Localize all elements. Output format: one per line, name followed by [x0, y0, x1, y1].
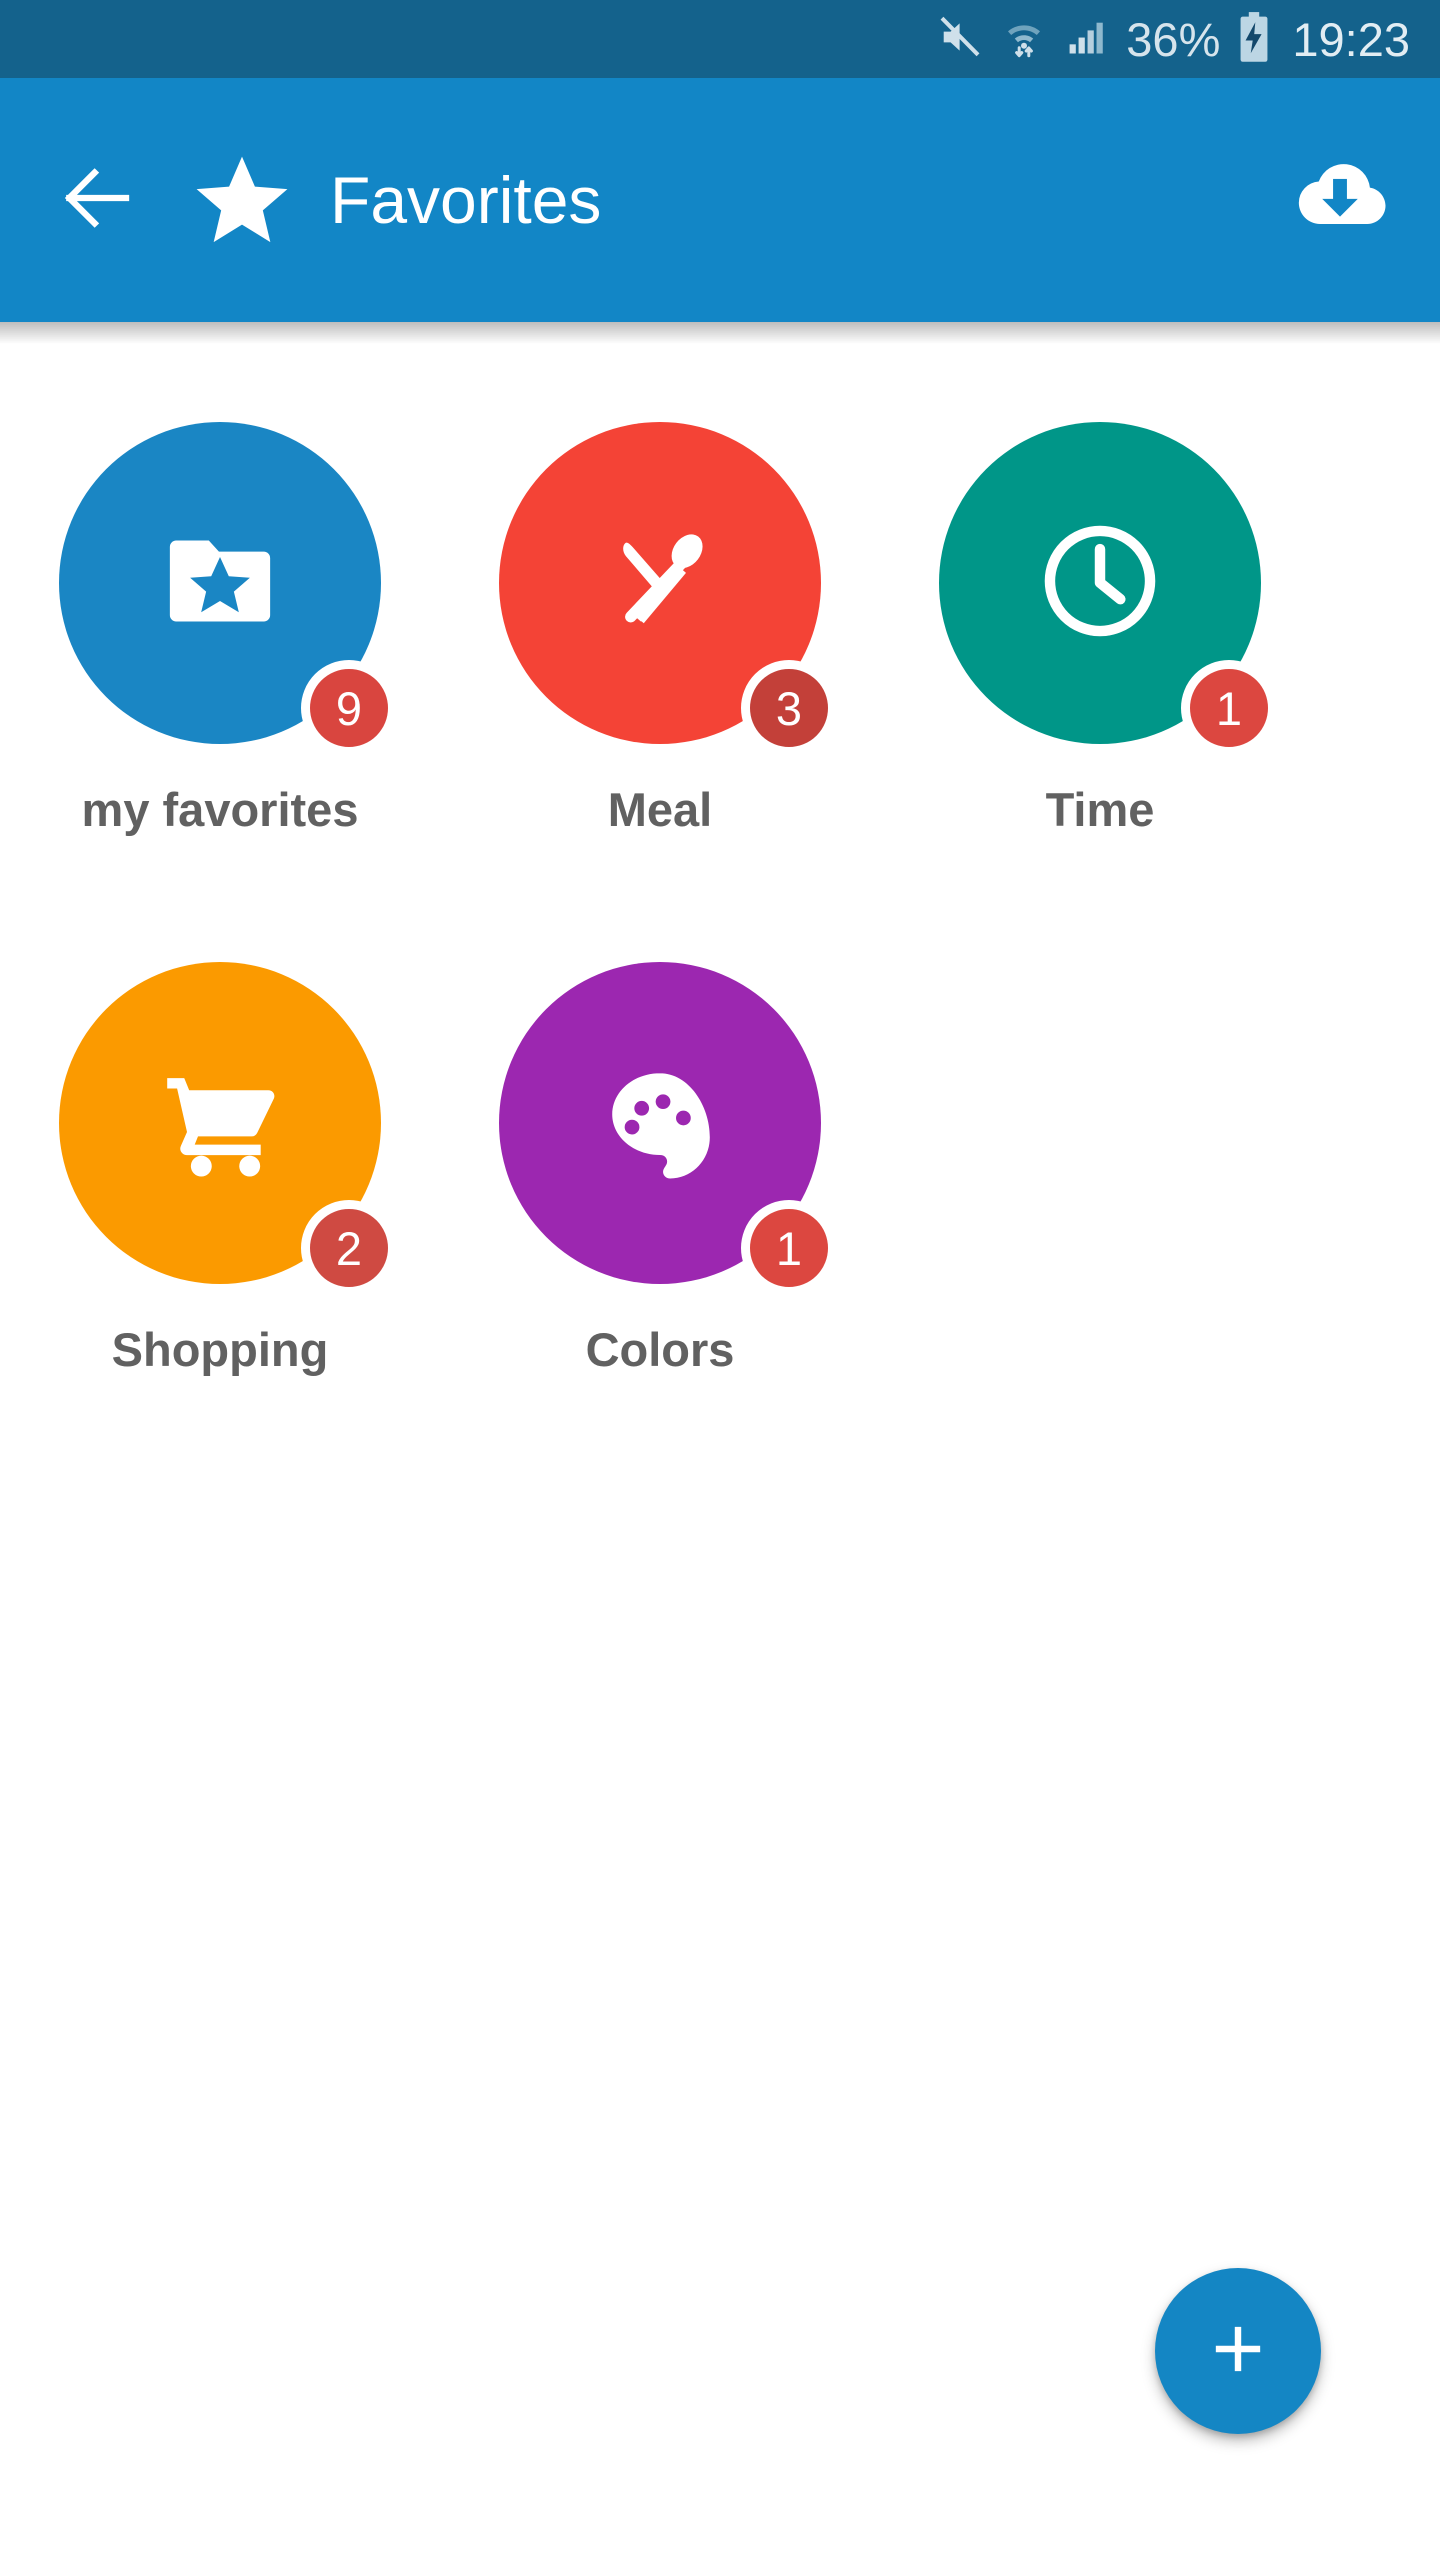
- shopping-cart-icon: [154, 1055, 286, 1192]
- palette-icon: [599, 1060, 721, 1187]
- app-bar-shadow: [0, 322, 1440, 344]
- download-button[interactable]: [1280, 140, 1400, 260]
- page-title: Favorites: [330, 163, 602, 237]
- tile-meal[interactable]: 3: [499, 422, 837, 756]
- grid-item-my-favorites[interactable]: 9 my favorites: [0, 410, 440, 950]
- folder-star-icon: [156, 517, 284, 650]
- status-bar-icons: 36% 19:23: [937, 11, 1410, 68]
- battery-charging-icon: [1237, 11, 1271, 68]
- cellular-signal-icon: [1065, 15, 1109, 64]
- clock-icon: [1034, 515, 1166, 652]
- badge-shopping: 2: [301, 1200, 397, 1296]
- tile-label-shopping: Shopping: [111, 1323, 329, 1376]
- tile-label-meal: Meal: [607, 783, 713, 836]
- knife-spoon-icon: [595, 516, 725, 651]
- tile-label-my-favorites: my favorites: [81, 783, 359, 836]
- mute-icon: [937, 14, 983, 65]
- grid-item-colors[interactable]: 1 Colors: [440, 950, 880, 1490]
- star-icon: [192, 150, 292, 250]
- back-arrow-icon: [56, 158, 136, 243]
- badge-colors: 1: [741, 1200, 837, 1296]
- battery-percent-text: 36%: [1126, 12, 1221, 66]
- badge-time: 1: [1181, 660, 1277, 756]
- favorites-grid: 9 my favorites 3 Meal 1 Time 2 Shopping …: [0, 344, 1440, 1490]
- add-button[interactable]: [1155, 2268, 1321, 2434]
- back-button[interactable]: [48, 152, 144, 248]
- tile-my-favorites[interactable]: 9: [59, 422, 397, 756]
- grid-item-shopping[interactable]: 2 Shopping: [0, 950, 440, 1490]
- badge-my-favorites: 9: [301, 660, 397, 756]
- main-content: 9 my favorites 3 Meal 1 Time 2 Shopping …: [0, 344, 1440, 2560]
- tile-time[interactable]: 1: [939, 422, 1277, 756]
- grid-item-meal[interactable]: 3 Meal: [440, 410, 880, 950]
- badge-meal: 3: [741, 660, 837, 756]
- tile-shopping[interactable]: 2: [59, 962, 397, 1296]
- app-bar: Favorites: [0, 78, 1440, 322]
- status-bar-clock: 19:23: [1292, 12, 1410, 66]
- tile-colors[interactable]: 1: [499, 962, 837, 1296]
- tile-label-time: Time: [1045, 783, 1155, 836]
- status-bar: 36% 19:23: [0, 0, 1440, 78]
- wifi-transfer-icon: [1000, 13, 1048, 66]
- plus-icon: [1203, 2314, 1273, 2389]
- tile-label-colors: Colors: [585, 1323, 735, 1376]
- cloud-download-icon: [1288, 146, 1392, 255]
- grid-item-time[interactable]: 1 Time: [880, 410, 1320, 950]
